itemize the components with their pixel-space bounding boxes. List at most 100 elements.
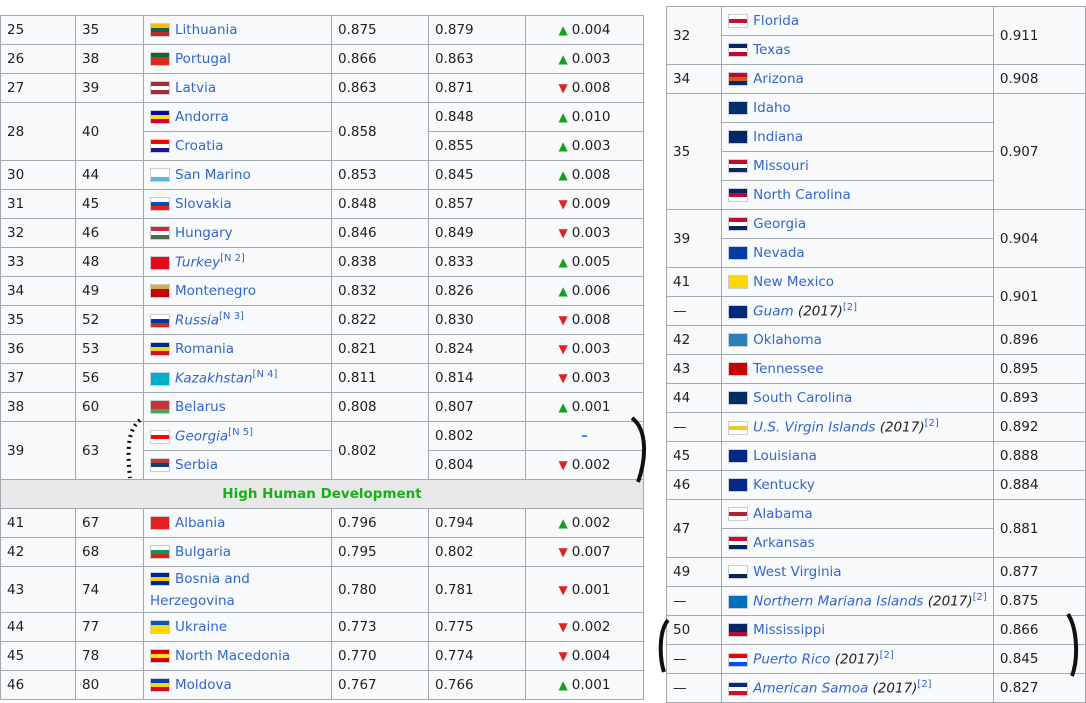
country-cell[interactable]: Bosnia and Herzegovina (143, 566, 332, 613)
country-cell[interactable]: Slovakia (143, 189, 332, 219)
country-cell[interactable]: Albania (143, 508, 332, 538)
footnote-link[interactable]: [N 3] (219, 311, 244, 322)
country-cell[interactable]: Latvia (143, 73, 332, 103)
footnote-link[interactable]: [2] (880, 650, 894, 661)
country-cell[interactable]: Serbia (143, 450, 332, 480)
country-link[interactable]: West Virginia (753, 564, 841, 580)
country-link[interactable]: Oklahoma (753, 332, 822, 348)
country-link[interactable]: Kentucky (753, 477, 815, 493)
country-link[interactable]: Alabama (753, 506, 813, 522)
country-link[interactable]: Mississippi (753, 622, 825, 638)
country-cell[interactable]: Moldova (143, 670, 332, 700)
country-cell[interactable]: Texas (721, 35, 994, 65)
country-link[interactable]: Georgia (753, 216, 806, 232)
country-cell[interactable]: Louisiana (721, 441, 994, 471)
country-cell[interactable]: Kentucky (721, 470, 994, 500)
country-link[interactable]: Latvia (175, 80, 216, 96)
country-link[interactable]: San Marino (175, 167, 251, 183)
country-cell[interactable]: Montenegro (143, 276, 332, 306)
country-link[interactable]: Montenegro (175, 283, 256, 299)
country-link[interactable]: Albania (175, 515, 225, 531)
country-link[interactable]: Portugal (175, 51, 231, 67)
country-cell[interactable]: Northern Mariana Islands (2017)[2] (721, 586, 994, 616)
country-cell[interactable]: Georgia (721, 209, 994, 239)
country-cell[interactable]: Alabama (721, 499, 994, 529)
country-cell[interactable]: Portugal (143, 44, 332, 74)
footnote-link[interactable]: [2] (973, 592, 987, 603)
country-link[interactable]: Bulgaria (175, 544, 231, 560)
country-link[interactable]: Nevada (753, 245, 805, 261)
country-cell[interactable]: Nevada (721, 238, 994, 268)
country-link[interactable]: Puerto Rico (753, 652, 830, 668)
country-link[interactable]: Arizona (753, 71, 804, 87)
footnote-link[interactable]: [2] (925, 418, 939, 429)
country-link[interactable]: Hungary (175, 225, 233, 241)
country-link[interactable]: Belarus (175, 399, 226, 415)
footnote-link[interactable]: [N 4] (253, 369, 278, 380)
country-link[interactable]: Romania (175, 341, 234, 357)
country-link[interactable]: Louisiana (753, 448, 817, 464)
country-link[interactable]: American Samoa (753, 681, 868, 697)
country-link[interactable]: Guam (753, 304, 793, 320)
footnote-link[interactable]: [N 2] (220, 253, 245, 264)
country-cell[interactable]: Hungary (143, 218, 332, 248)
country-link[interactable]: South Carolina (753, 390, 852, 406)
country-cell[interactable]: Florida (721, 6, 994, 36)
country-cell[interactable]: New Mexico (721, 267, 994, 297)
country-cell[interactable]: Turkey[N 2] (143, 247, 332, 277)
country-link[interactable]: Moldova (175, 677, 232, 693)
country-cell[interactable]: Andorra (143, 102, 332, 132)
country-link[interactable]: Texas (753, 42, 790, 58)
country-link[interactable]: North Carolina (753, 187, 851, 203)
country-cell[interactable]: Tennessee (721, 354, 994, 384)
country-cell[interactable]: Missouri (721, 151, 994, 181)
country-cell[interactable]: Romania (143, 334, 332, 364)
country-link[interactable]: Serbia (175, 457, 218, 473)
country-cell[interactable]: Croatia (143, 131, 332, 161)
country-link[interactable]: Kazakhstan (175, 371, 253, 387)
country-cell[interactable]: Puerto Rico (2017)[2] (721, 644, 994, 674)
country-cell[interactable]: Arizona (721, 64, 994, 94)
country-cell[interactable]: San Marino (143, 160, 332, 190)
country-link[interactable]: New Mexico (753, 274, 834, 290)
country-link[interactable]: North Macedonia (175, 648, 290, 664)
country-cell[interactable]: Idaho (721, 93, 994, 123)
footnote-link[interactable]: [N 5] (228, 427, 253, 438)
country-cell[interactable]: Belarus (143, 392, 332, 422)
country-link[interactable]: Ukraine (175, 619, 227, 635)
country-cell[interactable]: Ukraine (143, 612, 332, 642)
country-cell[interactable]: American Samoa (2017)[2] (721, 673, 994, 703)
country-link[interactable]: Turkey (175, 255, 220, 271)
footnote-link[interactable]: [2] (917, 679, 931, 690)
country-link[interactable]: U.S. Virgin Islands (753, 420, 875, 436)
country-cell[interactable]: Guam (2017)[2] (721, 296, 994, 326)
country-cell[interactable]: West Virginia (721, 557, 994, 587)
country-link[interactable]: Andorra (175, 109, 229, 125)
country-cell[interactable]: Georgia[N 5] (143, 421, 332, 451)
country-cell[interactable]: Kazakhstan[N 4] (143, 363, 332, 393)
country-link[interactable]: Missouri (753, 158, 809, 174)
country-cell[interactable]: South Carolina (721, 383, 994, 413)
country-link[interactable]: Lithuania (175, 22, 238, 38)
country-link[interactable]: Indiana (753, 129, 803, 145)
country-link[interactable]: Croatia (175, 138, 224, 154)
country-link[interactable]: Idaho (753, 100, 791, 116)
country-cell[interactable]: Mississippi (721, 615, 994, 645)
country-link[interactable]: Russia (175, 313, 219, 329)
country-cell[interactable]: U.S. Virgin Islands (2017)[2] (721, 412, 994, 442)
country-cell[interactable]: Oklahoma (721, 325, 994, 355)
footnote-link[interactable]: [2] (843, 302, 857, 313)
country-link[interactable]: Florida (753, 13, 799, 29)
country-link[interactable]: Tennessee (753, 361, 823, 377)
country-link[interactable]: Georgia (175, 429, 228, 445)
country-cell[interactable]: Indiana (721, 122, 994, 152)
country-link[interactable]: Slovakia (175, 196, 232, 212)
country-cell[interactable]: North Macedonia (143, 641, 332, 671)
country-cell[interactable]: North Carolina (721, 180, 994, 210)
country-link[interactable]: Northern Mariana Islands (753, 594, 923, 610)
country-cell[interactable]: Arkansas (721, 528, 994, 558)
country-cell[interactable]: Russia[N 3] (143, 305, 332, 335)
country-cell[interactable]: Lithuania (143, 15, 332, 45)
country-link[interactable]: Arkansas (753, 535, 815, 551)
country-cell[interactable]: Bulgaria (143, 537, 332, 567)
